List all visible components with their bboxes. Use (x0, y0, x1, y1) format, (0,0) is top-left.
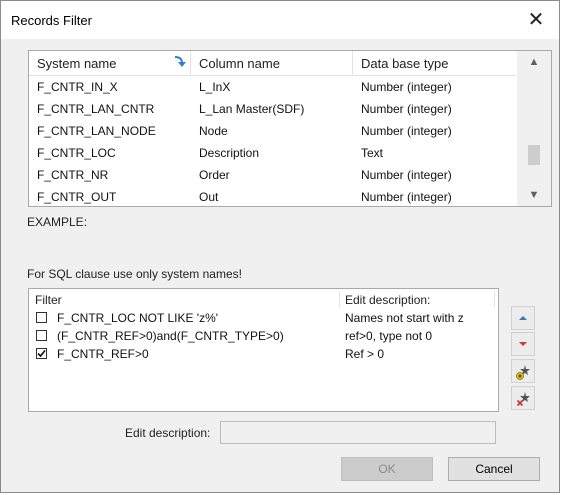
columns-table-header: System name Column name Data base type (29, 51, 516, 76)
cell-database-type: Number (integer) (361, 80, 452, 94)
cell-system-name: F_CNTR_IN_X (37, 80, 118, 94)
columns-table-scrollbar[interactable]: ▲ ▼ (517, 51, 551, 206)
scroll-down-arrow-icon[interactable]: ▼ (517, 184, 551, 206)
cell-system-name: F_CNTR_OUT (37, 190, 117, 204)
example-label: EXAMPLE: (27, 215, 88, 229)
cancel-button[interactable]: Cancel (448, 457, 540, 481)
title-bar: Records Filter ✕ (1, 1, 559, 39)
filter-checkbox[interactable] (36, 330, 47, 341)
close-icon: ✕ (527, 9, 545, 31)
cell-column-name: Out (199, 190, 219, 204)
cell-system-name: F_CNTR_NR (37, 168, 109, 182)
records-filter-dialog: Records Filter ✕ System name Column name… (0, 0, 560, 493)
delete-filter-button[interactable] (511, 386, 535, 410)
table-row[interactable]: F_CNTR_LAN_NODE Node Number (integer) (29, 120, 516, 142)
cell-database-type: Text (361, 146, 384, 160)
header-divider (494, 291, 495, 307)
move-down-button[interactable] (511, 332, 535, 356)
add-filter-button[interactable] (511, 359, 535, 383)
list-item[interactable]: (F_CNTR_REF>0)and(F_CNTR_TYPE>0) ref>0, … (29, 327, 498, 345)
header-edit-description[interactable]: Edit description: (345, 293, 430, 307)
table-row[interactable]: F_CNTR_IN_X L_InX Number (integer) (29, 76, 516, 98)
cell-database-type: Number (integer) (361, 190, 452, 204)
filter-list[interactable]: Filter Edit description: F_CNTR_LOC NOT … (28, 288, 499, 412)
filter-checkbox[interactable] (36, 348, 47, 359)
dialog-body: System name Column name Data base type F… (1, 39, 559, 492)
delete-filter-icon (516, 392, 530, 407)
cell-database-type: Number (integer) (361, 168, 452, 182)
scroll-thumb[interactable] (528, 145, 540, 165)
header-filter[interactable]: Filter (35, 293, 62, 307)
cell-column-name: L_InX (199, 80, 231, 94)
header-database-type[interactable]: Data base type (353, 51, 516, 75)
cell-column-name: Description (199, 146, 260, 160)
filter-list-header: Filter Edit description: (29, 289, 498, 307)
list-item[interactable]: F_CNTR_LOC NOT LIKE 'z%' Names not start… (29, 309, 498, 327)
close-button[interactable]: ✕ (513, 1, 559, 39)
cell-column-name: Node (199, 124, 228, 138)
move-down-icon (519, 342, 527, 346)
table-row[interactable]: F_CNTR_OUT Out Number (integer) (29, 186, 516, 206)
sort-icon (174, 56, 186, 67)
header-divider (339, 291, 340, 307)
filter-rows: F_CNTR_LOC NOT LIKE 'z%' Names not start… (29, 309, 498, 363)
cell-system-name: F_CNTR_LAN_NODE (37, 124, 156, 138)
cell-system-name: F_CNTR_LOC (37, 146, 116, 160)
table-row[interactable]: F_CNTR_LAN_CNTR L_Lan Master(SDF) Number… (29, 98, 516, 120)
edit-description-input[interactable] (220, 421, 496, 444)
filter-checkbox[interactable] (36, 312, 47, 323)
header-system-name[interactable]: System name (29, 51, 191, 75)
scroll-up-arrow-icon[interactable]: ▲ (517, 51, 551, 73)
cell-database-type: Number (integer) (361, 124, 452, 138)
list-item[interactable]: F_CNTR_REF>0 Ref > 0 (29, 345, 498, 363)
add-filter-icon (516, 365, 530, 380)
ok-button[interactable]: OK (341, 457, 433, 481)
cell-system-name: F_CNTR_LAN_CNTR (37, 102, 155, 116)
filter-description: Names not start with z (345, 311, 464, 325)
filter-expression: (F_CNTR_REF>0)and(F_CNTR_TYPE>0) (57, 329, 284, 343)
window-title: Records Filter (11, 13, 92, 28)
columns-table-rows: F_CNTR_IN_X L_InX Number (integer) F_CNT… (29, 76, 516, 206)
table-row[interactable]: F_CNTR_NR Order Number (integer) (29, 164, 516, 186)
filter-description: ref>0, type not 0 (345, 329, 433, 343)
header-column-name[interactable]: Column name (191, 51, 353, 75)
filter-description: Ref > 0 (345, 347, 385, 361)
filter-expression: F_CNTR_REF>0 (57, 347, 149, 361)
table-row[interactable]: F_CNTR_LOC Description Text (29, 142, 516, 164)
edit-description-label: Edit description: (125, 426, 211, 440)
move-up-icon (519, 316, 527, 320)
checkmark-icon (37, 349, 46, 358)
cell-column-name: Order (199, 168, 230, 182)
move-up-button[interactable] (511, 306, 535, 330)
cell-database-type: Number (integer) (361, 102, 452, 116)
columns-table[interactable]: System name Column name Data base type F… (28, 50, 552, 207)
filter-expression: F_CNTR_LOC NOT LIKE 'z%' (57, 311, 219, 325)
cell-column-name: L_Lan Master(SDF) (199, 102, 305, 116)
sql-note: For SQL clause use only system names! (27, 267, 242, 281)
